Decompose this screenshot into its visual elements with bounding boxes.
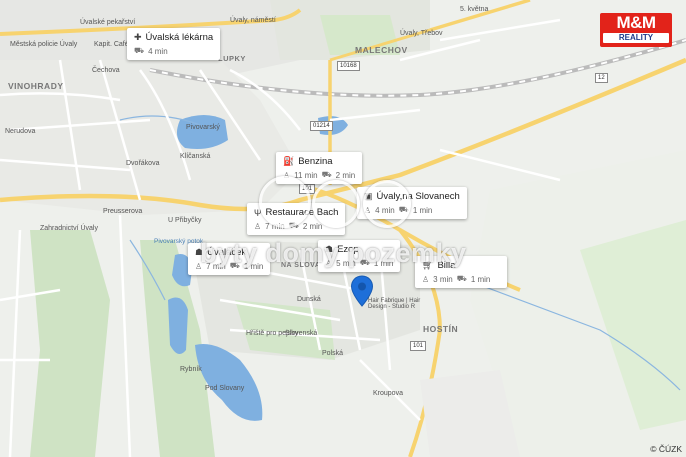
road-number-01214: 01214 (310, 121, 333, 131)
brand-logo[interactable]: M&M REALITY (600, 13, 672, 47)
district-label-hostin: HOSTÍN (423, 324, 459, 334)
road-number-101-b: 101 (410, 341, 427, 351)
poi-car-time: 2 min (335, 170, 356, 180)
road-number-10168: 10168 (337, 61, 360, 71)
street-label-dunska: Dunská (297, 296, 321, 303)
poi-name: Benzina (298, 156, 333, 167)
poi-walk-time: 11 min (294, 170, 318, 180)
street-label-polska: Polská (322, 350, 344, 357)
car-icon: ⛟ (456, 274, 467, 283)
street-label-dvorakova: Dvořákova (126, 160, 160, 167)
street-label-kvetna: 5. května (460, 6, 489, 13)
district-label-lupky: LUPKY (218, 54, 246, 63)
poi-car-time: 2 min (302, 221, 323, 231)
poi-walk-time: 3 min (433, 274, 453, 284)
poi-label-preusserova: Preusserova (103, 208, 143, 215)
road-number-12: 12 (595, 73, 608, 83)
car-icon: ⛟ (321, 170, 332, 179)
watermark-circle-2 (312, 180, 360, 228)
water-label-rybnik: Rybník (180, 366, 202, 373)
street-label-nerudova: Nerudova (5, 128, 36, 135)
fuel-icon: ⛽ (283, 156, 295, 166)
street-label-prihodicky: U Přibyčky (168, 217, 202, 224)
poi-label-uvaly-nakupni: Úvaly, náměstí (230, 17, 276, 24)
street-label-klicany: Klíčanská (180, 153, 211, 160)
district-label-malechov: MALECHOV (355, 45, 408, 55)
poi-car-time: 1 min (470, 274, 491, 284)
poi-label-pekarstvi: Úvalské pekařství (80, 19, 136, 26)
street-label-kroupova: Kroupova (373, 390, 403, 397)
street-label-pod-slovany: Pod Slovany (205, 385, 245, 392)
poi-name: Úvalská lékárna (145, 32, 214, 43)
poi-label-fabrique: Hair Fabrique | Hair Design - Studio R (368, 298, 421, 310)
logo-subtext: REALITY (603, 33, 669, 43)
logo-text: M&M (616, 13, 656, 32)
street-label-slovenska: Slovenská (285, 330, 318, 337)
watermark-text: byty domy pozemky (200, 238, 467, 268)
district-label-vinohrady: VINOHRADY (8, 81, 64, 91)
pharmacy-icon: ✚ (134, 32, 142, 42)
map-copyright: © ČÚZK (650, 444, 682, 454)
location-pin-icon[interactable] (350, 275, 374, 307)
poi-label-zahradnictvi: Zahradnictví Úvaly (40, 225, 98, 232)
walk-icon: ♙ (422, 274, 430, 284)
walk-icon: ♙ (254, 221, 262, 231)
watermark-circle-3 (363, 180, 411, 228)
poi-callout-lekarna[interactable]: ✚ Úvalská lékárna ⛟ 4 min (127, 28, 221, 60)
water-label-pivovarsky: Pivovarský (186, 124, 220, 131)
watermark-circle-1 (259, 176, 311, 228)
poi-car-time: 1 min (412, 205, 433, 215)
poi-label-mestska: Městská policie Úvaly (10, 41, 78, 48)
car-icon: ⛟ (134, 46, 145, 55)
map-canvas[interactable]: VINOHRADY MALECHOV HOSTÍN NA SLOVANECH L… (0, 0, 686, 457)
street-label-cechova: Čechova (92, 67, 120, 74)
poi-label-uvaly-trebov: Úvaly, Třebov (400, 30, 443, 37)
poi-car-time: 4 min (148, 46, 168, 56)
